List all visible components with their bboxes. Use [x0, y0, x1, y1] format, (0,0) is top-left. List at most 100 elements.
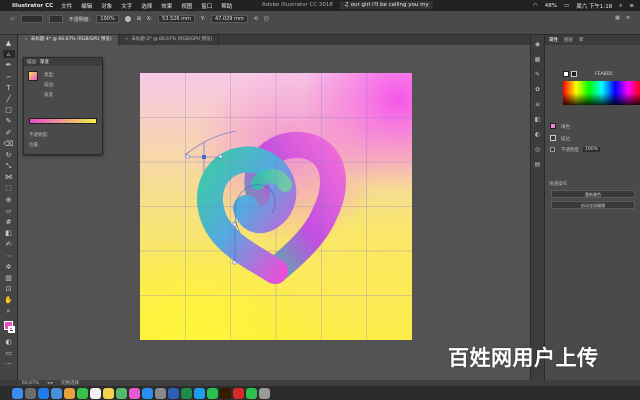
menu-effect[interactable]: 效果: [161, 2, 172, 10]
transparency-panel-icon[interactable]: ◐: [535, 131, 540, 138]
artboard[interactable]: [140, 73, 412, 340]
opacity-field[interactable]: 100%: [96, 15, 119, 23]
fill-swatch-small[interactable]: [550, 123, 556, 129]
app-menu[interactable]: Illustrator CC: [12, 3, 53, 9]
close-icon[interactable]: ×: [24, 37, 28, 42]
start-global-edit-button[interactable]: 启动全局编辑: [551, 201, 635, 209]
wifi-icon[interactable]: ◠: [533, 3, 538, 9]
mail-icon[interactable]: [51, 387, 62, 399]
artboard-nav-icon[interactable]: ◂ ▸: [47, 381, 53, 386]
graph-tool-icon[interactable]: ▥: [3, 274, 15, 282]
shaper-tool-icon[interactable]: ✐: [3, 129, 15, 137]
eyedropper-tool-icon[interactable]: ✍: [3, 240, 15, 248]
rectangle-tool-icon[interactable]: □: [3, 106, 15, 114]
symbols-panel-icon[interactable]: ✿: [535, 86, 540, 93]
hand-tool-icon[interactable]: ✋: [3, 296, 15, 304]
notes-icon[interactable]: [103, 387, 114, 399]
scale-tool-icon[interactable]: ⤡: [3, 162, 15, 170]
transform-icon[interactable]: ⟲: [254, 16, 258, 22]
battery-level[interactable]: 48%: [545, 3, 557, 9]
menu-file[interactable]: 文件: [61, 2, 72, 10]
search-icon[interactable]: ⌕: [619, 3, 622, 10]
hex-value[interactable]: FEABD5: [595, 72, 613, 77]
stroke-panel-icon[interactable]: ≡: [535, 101, 540, 108]
notification-center-icon[interactable]: ≡: [629, 3, 634, 9]
messages-icon[interactable]: [77, 387, 88, 399]
stroke-color-box[interactable]: [571, 71, 577, 77]
gradient-panel[interactable]: 描边 渐变 类型: 描边: 角度 不透明度: 位置:: [23, 57, 103, 155]
safari-icon[interactable]: [38, 387, 49, 399]
wechat-work-icon[interactable]: [246, 387, 257, 399]
netease-music-icon[interactable]: [233, 387, 244, 399]
width-tool-icon[interactable]: ⋈: [3, 173, 15, 181]
appearance-panel-icon[interactable]: ◎: [535, 146, 540, 153]
menu-type[interactable]: 文字: [121, 2, 132, 10]
align-icon[interactable]: ⊞: [137, 16, 141, 22]
more-tools-icon[interactable]: ···: [3, 360, 15, 368]
now-playing[interactable]: ♫ our girl i'll be calling you my: [340, 1, 433, 9]
trash-icon[interactable]: [259, 387, 270, 399]
gradient-preview-swatch[interactable]: [28, 71, 38, 81]
opacity-checkbox[interactable]: [550, 147, 555, 152]
layers-panel-icon[interactable]: ▤: [535, 161, 541, 168]
selection-tool-icon[interactable]: ▲: [3, 39, 15, 47]
paintbrush-tool-icon[interactable]: ✎: [3, 117, 15, 125]
shape-builder-tool-icon[interactable]: ⊕: [3, 196, 15, 204]
type-tool-icon[interactable]: T: [3, 84, 15, 92]
photos-icon[interactable]: [64, 387, 75, 399]
zoom-level[interactable]: 66.67%: [22, 381, 39, 386]
word-icon[interactable]: [168, 387, 179, 399]
gradient-slider-bar[interactable]: [29, 118, 97, 124]
gradient-tool-icon[interactable]: ◧: [3, 229, 15, 237]
stroke-swatch-small[interactable]: [550, 135, 556, 141]
wechat-icon[interactable]: [207, 387, 218, 399]
clock[interactable]: 周六 下午1:18: [576, 2, 612, 10]
brushes-panel-icon[interactable]: ✎: [535, 71, 540, 78]
direct-selection-tool-icon[interactable]: ▵: [2, 50, 15, 59]
curvature-tool-icon[interactable]: ∽: [3, 73, 15, 81]
recolor-button[interactable]: 重新着色: [551, 190, 635, 198]
menu-window[interactable]: 窗口: [201, 2, 212, 10]
maps-icon[interactable]: [116, 387, 127, 399]
workspace-icon[interactable]: ▦: [615, 15, 620, 21]
stroke-dropdown[interactable]: [48, 15, 63, 23]
opacity-label[interactable]: 不透明度:: [69, 16, 91, 23]
x-field[interactable]: 53.526 mm: [158, 15, 195, 23]
y-field[interactable]: 47.029 mm: [210, 15, 248, 23]
finder-icon[interactable]: [12, 387, 23, 399]
settings-icon[interactable]: [155, 387, 166, 399]
tab-document-3[interactable]: × 未标题-3* @ 66.67% (RGB/GPU 预览): [119, 35, 220, 45]
appstore-icon[interactable]: [142, 387, 153, 399]
screen-mode-icon[interactable]: ▭: [3, 349, 15, 357]
menu-edit[interactable]: 编辑: [81, 2, 92, 10]
qq-icon[interactable]: [194, 387, 205, 399]
menu-help[interactable]: 帮助: [221, 2, 232, 10]
stroke-swatch[interactable]: [7, 325, 15, 333]
symbol-sprayer-tool-icon[interactable]: ✲: [3, 263, 15, 271]
color-spectrum[interactable]: [563, 81, 640, 105]
tab-properties[interactable]: 属性: [549, 37, 558, 43]
mesh-tool-icon[interactable]: #: [3, 218, 15, 226]
perspective-grid-tool-icon[interactable]: ▱: [3, 207, 15, 215]
tab-libraries[interactable]: 库: [579, 37, 584, 43]
line-tool-icon[interactable]: ╱: [3, 95, 15, 103]
recolor-icon[interactable]: [124, 16, 131, 22]
tab-gradient[interactable]: 渐变: [40, 59, 49, 65]
menu-select[interactable]: 选择: [141, 2, 152, 10]
arrange-icon[interactable]: ≡: [626, 15, 630, 21]
free-transform-tool-icon[interactable]: ⬚: [3, 184, 15, 192]
calendar-icon[interactable]: [90, 387, 101, 399]
illustrator-icon[interactable]: [220, 387, 231, 399]
fill-stroke-swatch[interactable]: [3, 319, 15, 335]
color-panel-icon[interactable]: ◉: [535, 41, 540, 48]
excel-icon[interactable]: [181, 387, 192, 399]
tab-layers[interactable]: 图层: [564, 37, 573, 43]
zoom-tool-icon[interactable]: ⌕: [3, 307, 15, 316]
gradient-panel-icon[interactable]: ◧: [535, 116, 541, 123]
eraser-tool-icon[interactable]: ⌫: [3, 140, 15, 148]
isolate-icon[interactable]: ◰: [264, 16, 269, 22]
rotate-tool-icon[interactable]: ↻: [3, 151, 15, 159]
tab-document-4[interactable]: × 未标题-4* @ 66.67% (RGB/GPU 预览): [18, 35, 119, 45]
menu-object[interactable]: 对象: [101, 2, 112, 10]
launchpad-icon[interactable]: [25, 387, 36, 399]
